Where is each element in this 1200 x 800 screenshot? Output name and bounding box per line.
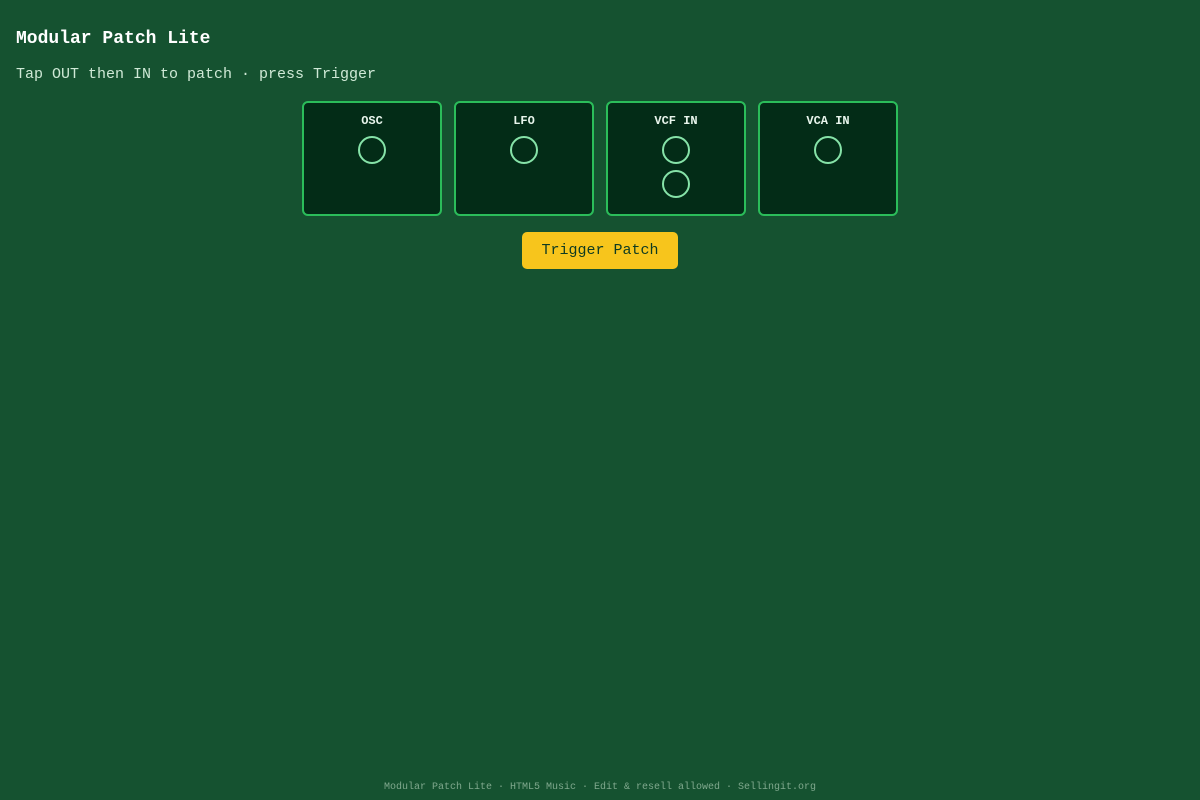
module-vca-in: VCA IN xyxy=(758,101,898,216)
page-title: Modular Patch Lite xyxy=(16,29,211,49)
trigger-patch-button[interactable]: Trigger Patch xyxy=(522,232,678,269)
jack-group xyxy=(662,136,690,198)
jack-group xyxy=(358,136,386,164)
app-root: Modular Patch Lite Tap OUT then IN to pa… xyxy=(0,0,1200,800)
instructions-text: Tap OUT then IN to patch · press Trigger xyxy=(16,66,377,83)
module-label: OSC xyxy=(361,114,383,128)
footer-text: Modular Patch Lite · HTML5 Music · Edit … xyxy=(383,782,817,793)
vca-in-jack[interactable] xyxy=(814,136,842,164)
module-vcf-in: VCF IN xyxy=(606,101,746,216)
module-label: VCA IN xyxy=(806,114,850,128)
jack-group xyxy=(814,136,842,164)
module-rack: OSC LFO VCF IN VCA IN xyxy=(302,101,898,216)
lfo-jack[interactable] xyxy=(510,136,538,164)
vcf-in-jack-1[interactable] xyxy=(662,136,690,164)
vcf-in-jack-2[interactable] xyxy=(662,170,690,198)
jack-group xyxy=(510,136,538,164)
module-label: LFO xyxy=(513,114,535,128)
osc-jack[interactable] xyxy=(358,136,386,164)
module-osc: OSC xyxy=(302,101,442,216)
module-lfo: LFO xyxy=(454,101,594,216)
module-label: VCF IN xyxy=(654,114,698,128)
